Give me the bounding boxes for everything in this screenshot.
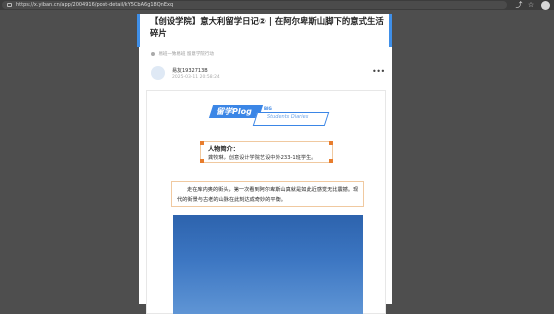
post-meta: 易班一致易班 留意学院行动 xyxy=(151,51,214,57)
card-accent-left xyxy=(137,14,140,47)
more-icon[interactable]: ••• xyxy=(372,67,385,76)
card-accent-right xyxy=(389,14,392,47)
article-paragraph: 走在库内奥的街头，第一次看到阿尔卑斯山真就是如此近感觉无比震撼。现代的街景与古老… xyxy=(177,187,359,203)
profile-icon[interactable] xyxy=(541,1,550,10)
lock-icon xyxy=(7,3,12,7)
browser-toolbar: https://x.yiban.cn/app/2004916/post-deta… xyxy=(0,0,554,10)
meta-icon xyxy=(151,51,155,56)
post-meta-text: 易班一致易班 留意学院行动 xyxy=(158,52,214,57)
corner-mark xyxy=(329,159,333,163)
plog-subtitle: Students Diaries xyxy=(267,114,309,120)
address-bar[interactable]: https://x.yiban.cn/app/2004916/post-deta… xyxy=(2,1,507,9)
star-icon[interactable]: ☆ xyxy=(527,1,535,9)
corner-mark xyxy=(200,141,204,145)
share-icon[interactable]: ⤴ xyxy=(515,1,523,9)
plog-title: 留学Plog xyxy=(216,107,252,116)
post-title: 【创设学院】意大利留学日记② | 在阿尔卑斯山脚下的意式生活碎片 xyxy=(150,16,384,38)
author-avatar[interactable] xyxy=(151,66,165,80)
profile-text: 龚牧琳，创意设计学院艺设中外233-1班学生。 xyxy=(208,155,317,161)
corner-mark xyxy=(329,141,333,145)
article-photo[interactable] xyxy=(173,215,363,314)
profile-heading: 人物简介： xyxy=(208,146,239,153)
author-name[interactable]: 易友1932713B xyxy=(172,67,208,74)
corner-mark xyxy=(200,159,204,163)
plog-mini-label: BIG xyxy=(264,106,272,111)
url-text[interactable]: https://x.yiban.cn/app/2004916/post-deta… xyxy=(16,1,173,9)
post-date: 2025-03-11 20:58:24 xyxy=(172,75,220,80)
